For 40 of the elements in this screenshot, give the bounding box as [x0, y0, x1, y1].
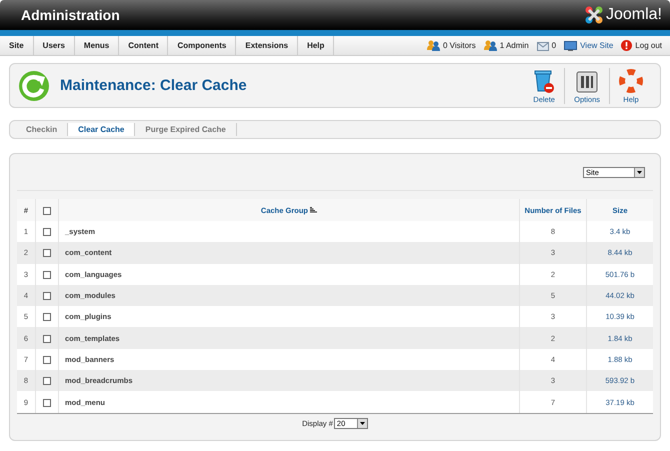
row-checkbox[interactable] [43, 398, 51, 407]
submenu-tab[interactable]: Clear Cache [68, 123, 136, 136]
trash-icon [533, 68, 556, 92]
menu-item[interactable]: Site [0, 36, 34, 55]
caret-icon [637, 170, 642, 174]
users-icon [484, 40, 497, 51]
row-checkbox[interactable] [43, 270, 51, 279]
users-icon [426, 40, 440, 51]
header-title: Administration [21, 7, 120, 23]
logout-icon [621, 40, 632, 51]
status-link[interactable]: 0 Visitors [442, 41, 476, 50]
row-checkbox[interactable] [43, 228, 51, 236]
envelope-icon [536, 40, 549, 50]
row-checkbox[interactable] [43, 313, 51, 322]
sort-icon [310, 206, 318, 212]
menu-item[interactable]: Help [298, 36, 334, 55]
monitor-icon [564, 40, 578, 50]
row-checkbox[interactable] [43, 334, 51, 343]
select-all-checkbox[interactable] [43, 206, 51, 214]
options-icon [576, 70, 598, 92]
row-checkbox[interactable] [43, 249, 51, 258]
caret-icon [360, 422, 365, 425]
lifebuoy-icon [619, 68, 643, 92]
logo-text: Joomla! [606, 6, 662, 24]
logo-icon [584, 5, 604, 25]
menu-item[interactable]: Extensions [236, 36, 298, 55]
row-checkbox[interactable] [43, 356, 51, 364]
menu-item[interactable]: Components [168, 36, 236, 55]
refresh-icon [18, 70, 50, 102]
submenu-tab[interactable]: Purge Expired Cache [135, 123, 237, 136]
status-link[interactable]: 1 Admin [500, 41, 529, 50]
row-checkbox[interactable] [43, 292, 51, 300]
status-link[interactable]: 0 [552, 41, 556, 50]
menu-item[interactable]: Users [34, 36, 75, 55]
row-checkbox[interactable] [43, 377, 51, 386]
menu-item[interactable]: Menus [74, 36, 120, 55]
menu-item[interactable]: Content [119, 36, 168, 55]
status-link[interactable]: Log out [635, 41, 662, 50]
page-title: Maintenance: Clear Cache [60, 77, 247, 94]
status-link[interactable]: View Site [580, 41, 614, 50]
